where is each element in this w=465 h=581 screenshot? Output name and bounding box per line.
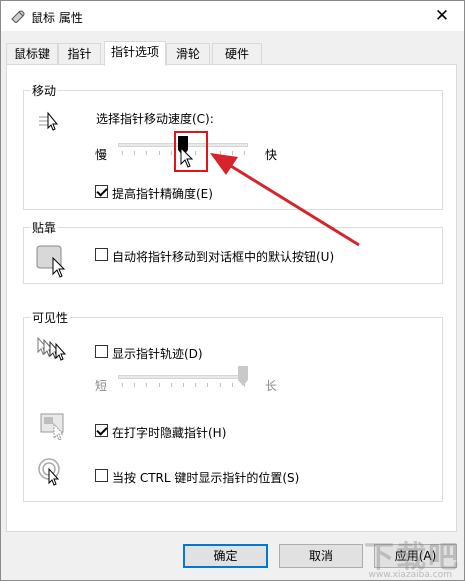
slider-tick: [207, 383, 209, 387]
tab-label: 指针: [67, 47, 92, 61]
mouse-properties-dialog: 鼠标 属性 ✕ 鼠标键 指针 指针选项 滑轮 硬件 移动 选择指针移动速度(C)…: [0, 0, 465, 581]
tab-label: 鼠标键: [13, 47, 50, 61]
show-location-label[interactable]: 当按 CTRL 键时显示指针的位置(S): [112, 469, 299, 486]
tab-buttons[interactable]: 鼠标键: [6, 43, 58, 65]
long-label: 长: [265, 379, 278, 393]
slider-tick: [219, 383, 221, 387]
visibility-group-label: 可见性: [30, 309, 71, 326]
enhance-precision-checkbox[interactable]: [95, 185, 108, 198]
slider-tick: [231, 383, 233, 387]
slider-tick: [122, 151, 123, 155]
hide-while-typing-icon: [40, 413, 65, 441]
trails-slider-track[interactable]: [118, 375, 248, 379]
show-location-icon: [38, 458, 60, 486]
slider-tick: [134, 151, 136, 155]
title-bar: 鼠标 属性 ✕: [1, 1, 464, 31]
trails-slider-thumb[interactable]: [238, 366, 248, 386]
pointer-trails-checkbox[interactable]: [95, 345, 108, 358]
window-title: 鼠标 属性: [31, 11, 83, 25]
pointer-trails-icon: [37, 336, 67, 361]
tab-panel: 移动 选择指针移动速度(C): 慢 快 提高指针精确度(E) 贴靠 自动将指针移…: [6, 64, 457, 532]
tab-label: 硬件: [224, 47, 249, 61]
close-icon: ✕: [434, 6, 450, 26]
slider-tick: [146, 383, 148, 387]
slider-tick: [170, 383, 172, 387]
slider-tick: [122, 383, 123, 387]
snap-group-label: 贴靠: [30, 219, 59, 236]
cancel-button[interactable]: 取消: [279, 544, 363, 568]
watermark-url: www.xiazaiba.com: [368, 570, 452, 580]
slider-tick: [183, 383, 184, 387]
tab-pointers[interactable]: 指针: [58, 43, 101, 65]
tab-hardware[interactable]: 硬件: [212, 43, 262, 65]
tab-wheel[interactable]: 滑轮: [166, 43, 210, 65]
snap-to-default-checkbox[interactable]: [95, 248, 108, 261]
slider-tick: [195, 383, 197, 387]
visibility-group: 可见性 显示指针轨迹(D) 短 长 在打字时隐藏指针(H) 当按 CTRL 键时…: [23, 309, 443, 502]
slow-label: 慢: [95, 148, 108, 162]
show-location-checkbox[interactable]: [95, 469, 108, 482]
slider-tick: [158, 383, 160, 387]
slider-tick: [158, 151, 160, 155]
tab-label: 指针选项: [110, 45, 159, 59]
ok-button-label: 确定: [213, 549, 238, 563]
motion-group-label: 移动: [30, 82, 59, 99]
ok-button[interactable]: 确定: [183, 544, 268, 568]
tab-label: 滑轮: [175, 47, 200, 61]
hide-while-typing-label[interactable]: 在打字时隐藏指针(H): [112, 424, 226, 441]
close-button[interactable]: ✕: [420, 1, 464, 31]
slider-tick: [146, 151, 148, 155]
hide-while-typing-checkbox[interactable]: [95, 424, 108, 437]
mouse-icon: [11, 10, 25, 23]
pointer-trails-label[interactable]: 显示指针轨迹(D): [112, 345, 203, 362]
slider-tick: [170, 151, 172, 155]
cursor-arrow-icon: [180, 147, 194, 168]
short-label: 短: [95, 379, 108, 393]
pointer-speed-icon: [39, 111, 59, 131]
tab-pointer-options[interactable]: 指针选项: [104, 41, 166, 66]
slider-tick: [134, 383, 136, 387]
speed-label: 选择指针移动速度(C):: [96, 112, 214, 126]
annotation-arrow: [210, 153, 360, 247]
cancel-button-label: 取消: [308, 549, 333, 563]
snap-to-button-icon: [36, 245, 66, 278]
